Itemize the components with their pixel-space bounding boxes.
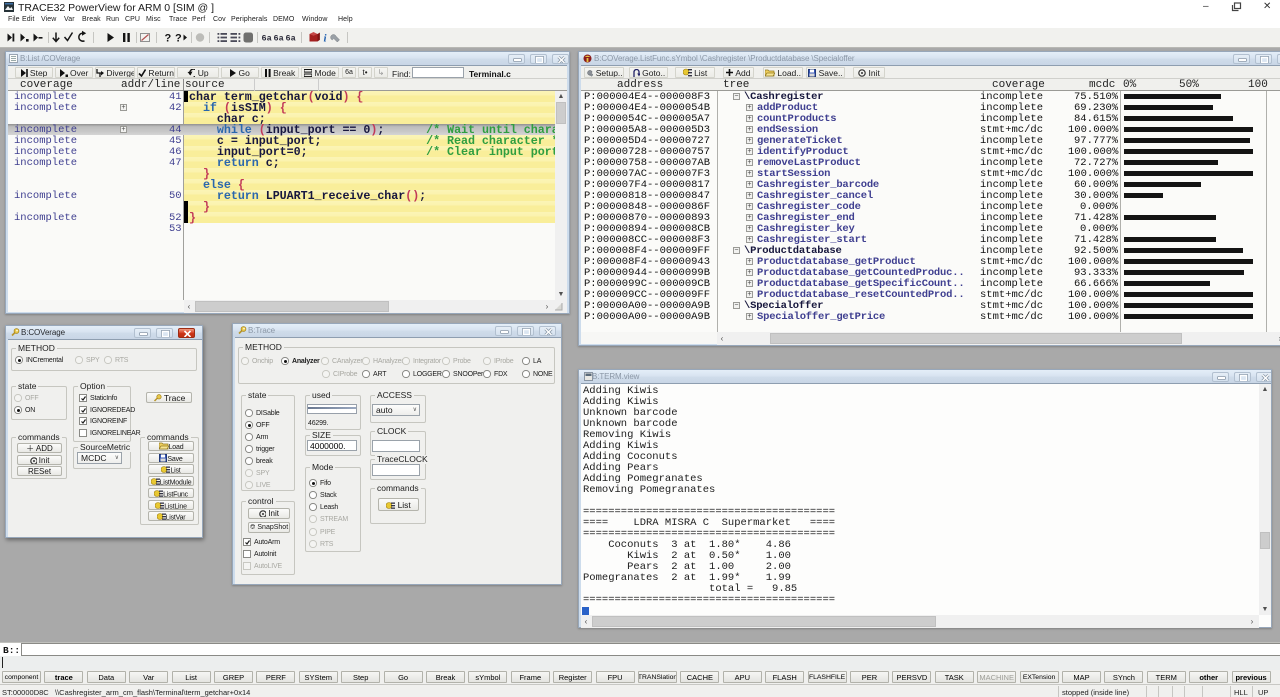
svg-text:?: ? (165, 33, 172, 45)
svg-text:i: i (324, 33, 328, 45)
svg-text:6a: 6a (262, 34, 272, 44)
svg-text:?: ? (175, 33, 182, 45)
svg-text:6a: 6a (274, 34, 284, 44)
svg-text:6a: 6a (286, 34, 296, 44)
